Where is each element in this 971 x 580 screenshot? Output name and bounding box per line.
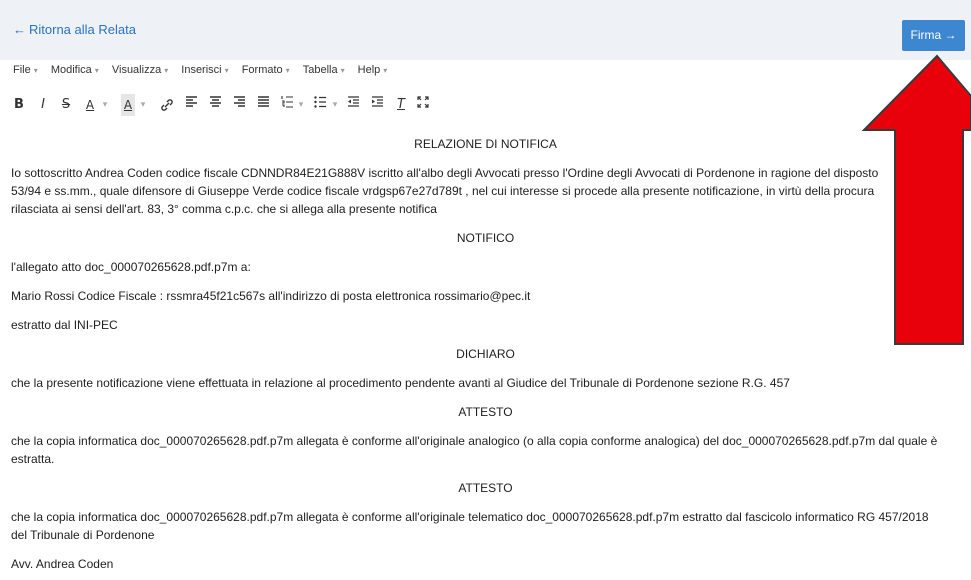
red-arrow-icon — [861, 54, 971, 345]
red-arrow-annotation — [861, 54, 971, 345]
